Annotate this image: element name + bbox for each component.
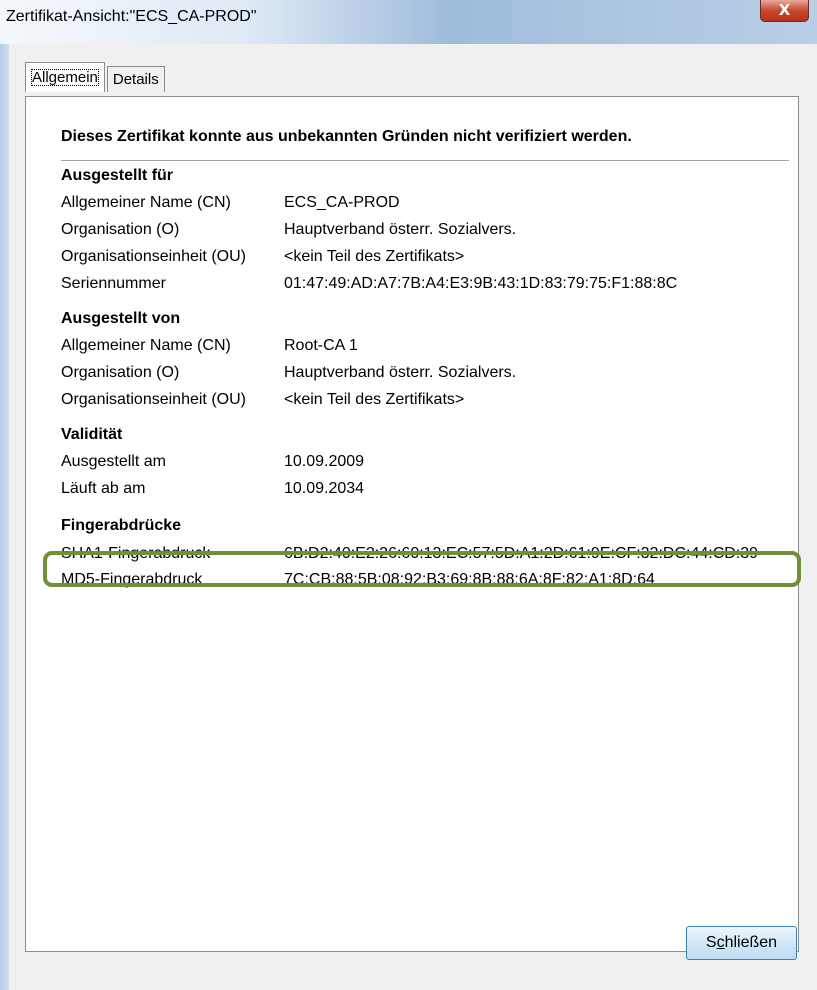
field-label: Organisationseinheit (OU) [61,248,246,265]
field-label: Allgemeiner Name (CN) [61,337,231,354]
issued-to-o-row: Organisation (O) Hauptverband österr. Soz… [61,221,801,239]
field-label: Läuft ab am [61,480,146,497]
window-close-button[interactable]: X [760,0,809,22]
sha1-fingerprint-row: SHA1-Fingerabdruck 6B:D2:40:E2:26:60:13:E… [61,545,801,563]
field-label: Ausgestellt am [61,453,166,470]
frame-left-border [0,44,9,990]
field-value: 7C:CB:88:5B:08:92:B3:69:8B:88:6A:8F:82:A… [284,571,655,588]
serial-number-row: Seriennummer 01:47:49:AD:A7:7B:A4:E3:9B:4… [61,275,801,293]
field-value: Hauptverband österr. Sozialvers. [284,364,517,381]
section-heading-issued-by: Ausgestellt von [61,310,181,327]
field-value: <kein Teil des Zertifikats> [284,248,465,265]
close-icon: X [778,1,791,19]
verification-status-message: Dieses Zertifikat konnte aus unbekannten… [61,128,632,145]
field-value: ECS_CA-PROD [284,194,400,211]
field-label: Allgemeiner Name (CN) [61,194,231,211]
general-tab-panel: Dieses Zertifikat konnte aus unbekannten… [25,96,801,952]
issued-by-cn-row: Allgemeiner Name (CN) Root-CA 1 [61,337,801,355]
tab-details[interactable]: Details [106,66,165,92]
close-button[interactable]: Schließen [686,926,797,960]
field-value: 01:47:49:AD:A7:7B:A4:E3:9B:43:1D:83:79:7… [284,275,678,292]
tab-details-label: Details [112,71,159,88]
tab-allgemein[interactable]: Allgemein [25,62,105,92]
field-value: Root-CA 1 [284,337,358,354]
issued-to-cn-row: Allgemeiner Name (CN) ECS_CA-PROD [61,194,801,212]
field-label: MD5-Fingerabdruck [61,571,203,588]
dialog-client-area: Allgemein Details Dieses Zertifikat konn… [9,44,817,990]
field-value: 10.09.2034 [284,480,365,497]
expires-on-row: Läuft ab am 10.09.2034 [61,480,801,498]
certificate-viewer-window: Zertifikat-Ansicht:"ECS_CA-PROD" X Allge… [0,0,817,990]
close-button-mnemonic: c [716,934,725,951]
issued-by-o-row: Organisation (O) Hauptverband österr. Soz… [61,364,801,382]
field-value: Hauptverband österr. Sozialvers. [284,221,517,238]
field-value: <kein Teil des Zertifikats> [284,391,465,408]
issued-to-ou-row: Organisationseinheit (OU) <kein Teil des … [61,248,801,266]
md5-fingerprint-row: MD5-Fingerabdruck 7C:CB:88:5B:08:92:B3:69… [61,571,801,589]
field-label: SHA1-Fingerabdruck [61,545,211,562]
issued-on-row: Ausgestellt am 10.09.2009 [61,453,801,471]
field-value: 6B:D2:40:E2:26:60:13:EC:57:5D:A1:2D:61:9… [284,545,759,562]
close-button-label-prefix: S [705,934,717,951]
section-heading-validity: Validität [61,426,123,443]
field-label: Seriennummer [61,275,166,292]
field-value: 10.09.2009 [284,453,365,470]
close-button-label-rest: hließen [724,934,778,951]
window-title: Zertifikat-Ansicht:"ECS_CA-PROD" [6,8,257,25]
section-heading-issued-to: Ausgestellt für [61,167,174,184]
tab-strip: Allgemein Details [25,62,167,94]
title-bar[interactable]: Zertifikat-Ansicht:"ECS_CA-PROD" X [0,0,817,44]
divider [61,160,789,161]
field-label: Organisationseinheit (OU) [61,391,246,408]
field-label: Organisation (O) [61,364,180,381]
tab-allgemein-label: Allgemein [31,69,99,86]
field-label: Organisation (O) [61,221,180,238]
issued-by-ou-row: Organisationseinheit (OU) <kein Teil des … [61,391,801,409]
window-frame: Allgemein Details Dieses Zertifikat konn… [0,44,817,990]
section-heading-fingerprints: Fingerabdrücke [61,517,182,534]
